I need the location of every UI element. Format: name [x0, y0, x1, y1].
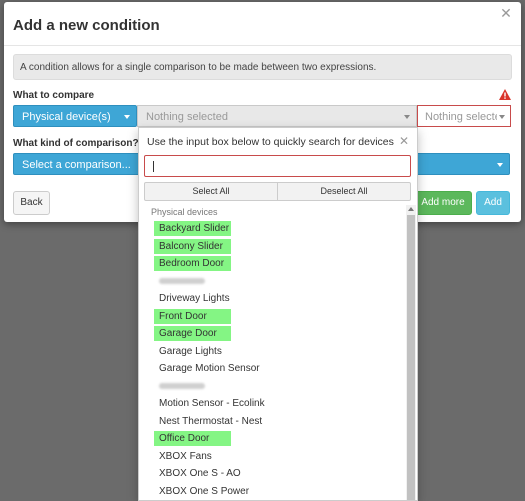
caret-down-icon — [404, 115, 410, 119]
device-option[interactable]: Balcony Slider — [139, 238, 404, 256]
header-divider — [4, 45, 521, 46]
device-option-label: Motion Sensor - Ecolink — [159, 398, 265, 409]
device-option-label: XBOX One S Power — [159, 485, 250, 497]
warning-icon — [499, 89, 511, 100]
device-option-label: Backyard Slider — [159, 223, 230, 234]
scroll-up-icon[interactable] — [408, 207, 414, 211]
comparison-select-placeholder: Select a comparison... — [22, 159, 131, 171]
select-actions: Select All Deselect All — [144, 182, 411, 201]
attribute-select[interactable]: Nothing selected — [417, 105, 511, 127]
device-option[interactable]: Motion Sensor - Ecolink — [139, 395, 404, 413]
device-option[interactable]: Office Door — [139, 430, 404, 448]
redacted-device-name — [159, 381, 205, 392]
device-option[interactable]: XBOX One S Power — [139, 483, 404, 501]
text-cursor — [153, 161, 154, 172]
device-option-label: Balcony Slider — [159, 240, 223, 252]
close-icon[interactable]: ✕ — [499, 6, 513, 20]
caret-down-icon — [499, 115, 505, 119]
caret-down-icon — [497, 163, 503, 167]
scroll-thumb[interactable] — [407, 215, 415, 500]
comparison-label: What kind of comparison? — [13, 138, 139, 149]
device-option-label: Office Door — [159, 433, 210, 444]
device-option-label: Front Door — [159, 310, 207, 322]
device-option-label: Nest Thermostat - Nest — [159, 415, 263, 427]
modal-title: Add a new condition — [13, 17, 160, 34]
info-text: A condition allows for a single comparis… — [20, 62, 377, 73]
device-option-label: Garage Door — [159, 328, 217, 339]
device-option-label: Garage Motion Sensor — [159, 363, 260, 374]
device-option-label: XBOX One S - AO — [159, 468, 241, 479]
compare-type-label: Physical device(s) — [22, 111, 111, 123]
device-option[interactable]: XBOX Fans — [139, 448, 404, 466]
redacted-device-name — [159, 276, 205, 287]
dropdown-scrollbar[interactable] — [406, 205, 416, 500]
device-option[interactable]: Front Door — [139, 308, 404, 326]
device-dropdown: Use the input box below to quickly searc… — [138, 127, 418, 501]
device-select[interactable]: Nothing selected — [137, 105, 417, 127]
device-option[interactable]: XBOX One S - AO — [139, 465, 404, 483]
device-option-label: Driveway Lights — [159, 293, 230, 304]
add-more-button[interactable]: Add more — [414, 191, 472, 215]
compare-type-select[interactable]: Physical device(s) — [13, 105, 137, 127]
device-search-input[interactable] — [144, 155, 411, 177]
device-option[interactable]: Driveway Lights — [139, 290, 404, 308]
back-button[interactable]: Back — [13, 191, 50, 215]
device-list: Backyard Slider Balcony Slider Bedroom Doo… — [139, 220, 404, 500]
device-option[interactable]: Bedroom Door — [139, 255, 404, 273]
device-option[interactable]: Nest Thermostat - Nest — [139, 413, 404, 431]
dropdown-header: Use the input box below to quickly searc… — [147, 136, 394, 148]
device-option[interactable] — [139, 273, 404, 291]
group-label: Physical devices — [151, 207, 218, 217]
device-option-label: XBOX Fans — [159, 450, 212, 462]
device-option[interactable]: Garage Lights — [139, 343, 404, 361]
device-option-label: Bedroom Door — [159, 258, 225, 269]
device-option[interactable] — [139, 378, 404, 396]
attribute-select-placeholder: Nothing selected — [425, 111, 497, 123]
device-option[interactable]: Backyard Slider — [139, 220, 404, 238]
add-button[interactable]: Add — [476, 191, 510, 215]
device-option[interactable]: Garage Door — [139, 325, 404, 343]
select-all-button[interactable]: Select All — [145, 183, 278, 200]
device-select-placeholder: Nothing selected — [146, 111, 228, 123]
caret-down-icon — [124, 115, 130, 119]
info-alert: A condition allows for a single comparis… — [13, 54, 512, 80]
compare-label: What to compare — [13, 90, 95, 101]
close-icon[interactable]: ✕ — [399, 134, 409, 148]
device-option-label: Garage Lights — [159, 345, 222, 357]
deselect-all-button[interactable]: Deselect All — [278, 183, 410, 200]
device-option[interactable]: Garage Motion Sensor — [139, 360, 404, 378]
